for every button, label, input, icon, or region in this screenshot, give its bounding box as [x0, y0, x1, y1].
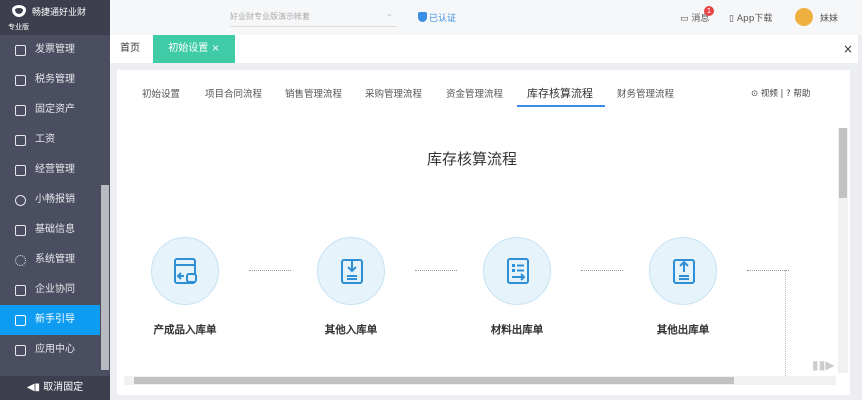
tab-funds-flow[interactable]: 资金管理流程: [446, 86, 503, 100]
sidebar-item-label: 新手引导: [35, 314, 75, 325]
sidebar-item-assets[interactable]: 固定资产: [0, 95, 100, 125]
salary-icon: [15, 135, 26, 146]
app-download-button[interactable]: ▯ App下载: [729, 11, 772, 24]
flow-node-label: 材料出库单: [490, 324, 544, 336]
flow-node-label: 其他入库单: [324, 324, 378, 336]
flow-node-other-outbound[interactable]: [649, 237, 717, 305]
video-link[interactable]: ⊙ 视频: [751, 89, 778, 99]
tax-icon: [15, 75, 26, 86]
user-name[interactable]: 妹妹: [820, 11, 838, 24]
collab-icon: [15, 285, 26, 296]
app-edition: 专业版: [8, 23, 29, 31]
sidebar-item-guide[interactable]: 新手引导: [0, 305, 100, 335]
sidebar-item-label: 经营管理: [35, 164, 75, 175]
tab-project-contract-flow[interactable]: 项目合同流程: [205, 86, 262, 100]
app-download-label: App下载: [736, 14, 773, 24]
message-count-badge: 1: [704, 6, 714, 16]
tab-initial-setup[interactable]: 初始设置 ×: [153, 35, 235, 63]
flow-node-material-outbound[interactable]: [483, 237, 551, 305]
flow-connector: [581, 270, 623, 271]
sidebar-item-label: 工资: [35, 134, 55, 145]
tab-purchase-flow[interactable]: 采购管理流程: [365, 86, 422, 100]
sidebar-item-label: 基础信息: [35, 224, 75, 235]
sidebar-item-label: 发票管理: [35, 44, 75, 55]
inbound-product-icon: [174, 258, 197, 284]
tab-initial-setup-flow[interactable]: 初始设置: [142, 86, 180, 100]
sidebar-item-label: 系统管理: [35, 254, 75, 265]
tab-sales-flow[interactable]: 销售管理流程: [285, 86, 342, 100]
message-icon: ▭: [680, 14, 689, 24]
sidebar-item-apps[interactable]: 应用中心: [0, 335, 100, 365]
sidebar-item-salary[interactable]: 工资: [0, 125, 100, 155]
account-name: 好业财专业版演示帐套: [230, 12, 310, 21]
verified-badge[interactable]: 已认证: [418, 11, 456, 24]
tv-icon: [15, 345, 26, 356]
unpin-icon: ◀▮: [26, 382, 44, 393]
download-doc-icon: [341, 259, 363, 284]
sidebar: 发票管理 税务管理 固定资产 工资 经营管理 小畅报销 基础信息 系统管理 企业…: [0, 35, 110, 376]
list-out-icon: [507, 258, 529, 284]
process-tabs: 初始设置 项目合同流程 销售管理流程 采购管理流程 资金管理流程 库存核算流程 …: [117, 80, 850, 107]
video-label: 视频: [760, 89, 778, 99]
scroll-right-arrow-icon[interactable]: ▮▮▶: [812, 358, 834, 372]
tab-expand-handle[interactable]: [858, 35, 862, 63]
page-tabs: 首页 初始设置 × ×: [110, 35, 862, 63]
sidebar-item-label: 固定资产: [35, 104, 75, 115]
flow-connector: [249, 270, 291, 271]
upload-doc-icon: [673, 259, 695, 284]
verified-label: 已认证: [429, 14, 457, 24]
avatar[interactable]: [795, 8, 813, 26]
help-links: ⊙ 视频 | ? 帮助: [751, 89, 811, 99]
app-logo: 畅捷通好业财 专业版: [0, 0, 110, 35]
sidebar-item-label: 小畅报销: [35, 194, 75, 205]
sidebar-item-label: 税务管理: [35, 74, 75, 85]
phone-icon: ▯: [729, 14, 734, 24]
close-all-tabs-icon[interactable]: ×: [838, 35, 858, 63]
flow-connector-vertical: [785, 270, 786, 382]
sidebar-item-expense[interactable]: 小畅报销: [0, 185, 100, 215]
sidebar-item-collab[interactable]: 企业协同: [0, 275, 100, 305]
flow-node-label: 其他出库单: [656, 324, 710, 336]
guide-icon: [15, 315, 26, 326]
help-label: 帮助: [793, 89, 811, 99]
building-icon: [15, 105, 26, 116]
sidebar-item-system[interactable]: 系统管理: [0, 245, 100, 275]
tab-inventory-flow[interactable]: 库存核算流程: [527, 85, 593, 101]
tab-home[interactable]: 首页: [120, 35, 140, 63]
sidebar-item-business[interactable]: 经营管理: [0, 155, 100, 185]
help-link[interactable]: ? 帮助: [786, 89, 810, 99]
app-name: 畅捷通好业财: [32, 8, 87, 18]
vertical-scrollbar-thumb[interactable]: [839, 128, 847, 198]
invoice-icon: [15, 45, 26, 56]
sidebar-item-invoice[interactable]: 发票管理: [0, 35, 100, 65]
info-icon: [15, 225, 26, 236]
g-logo-icon: [15, 195, 26, 206]
system-icon: [15, 255, 26, 266]
sidebar-item-tax[interactable]: 税务管理: [0, 65, 100, 95]
flow-node-product-inbound[interactable]: [151, 237, 219, 305]
flow-connector: [747, 270, 789, 271]
sidebar-item-label: 企业协同: [35, 284, 75, 295]
chevron-down-icon: ⌄: [386, 9, 393, 18]
active-tab-underline: [517, 105, 605, 107]
tab-finance-flow[interactable]: 财务管理流程: [617, 86, 674, 100]
clipboard-icon: [15, 165, 26, 176]
unpin-button[interactable]: ◀▮ 取消固定: [0, 376, 110, 400]
flow-node-other-inbound[interactable]: [317, 237, 385, 305]
account-select[interactable]: 好业财专业版演示帐套 ⌄: [230, 9, 397, 27]
tab-label: 初始设置: [168, 43, 209, 54]
content-card: 初始设置 项目合同流程 销售管理流程 采购管理流程 资金管理流程 库存核算流程 …: [117, 70, 850, 395]
sidebar-item-label: 应用中心: [35, 344, 75, 355]
flow-title: 库存核算流程: [426, 150, 517, 168]
sidebar-item-basic-info[interactable]: 基础信息: [0, 215, 100, 245]
unpin-label: 取消固定: [43, 382, 84, 393]
top-bar: 好业财专业版演示帐套 ⌄ 已认证 ▭ 消息 1 ▯ App下载 妹妹: [110, 0, 862, 35]
shield-icon: [418, 12, 427, 22]
sidebar-scrollbar-thumb[interactable]: [101, 185, 109, 370]
horizontal-scrollbar-thumb[interactable]: [134, 377, 734, 384]
flow-connector: [415, 270, 457, 271]
flow-node-label: 产成品入库单: [153, 324, 217, 336]
close-icon[interactable]: ×: [211, 43, 219, 54]
logo-icon: [12, 5, 26, 17]
